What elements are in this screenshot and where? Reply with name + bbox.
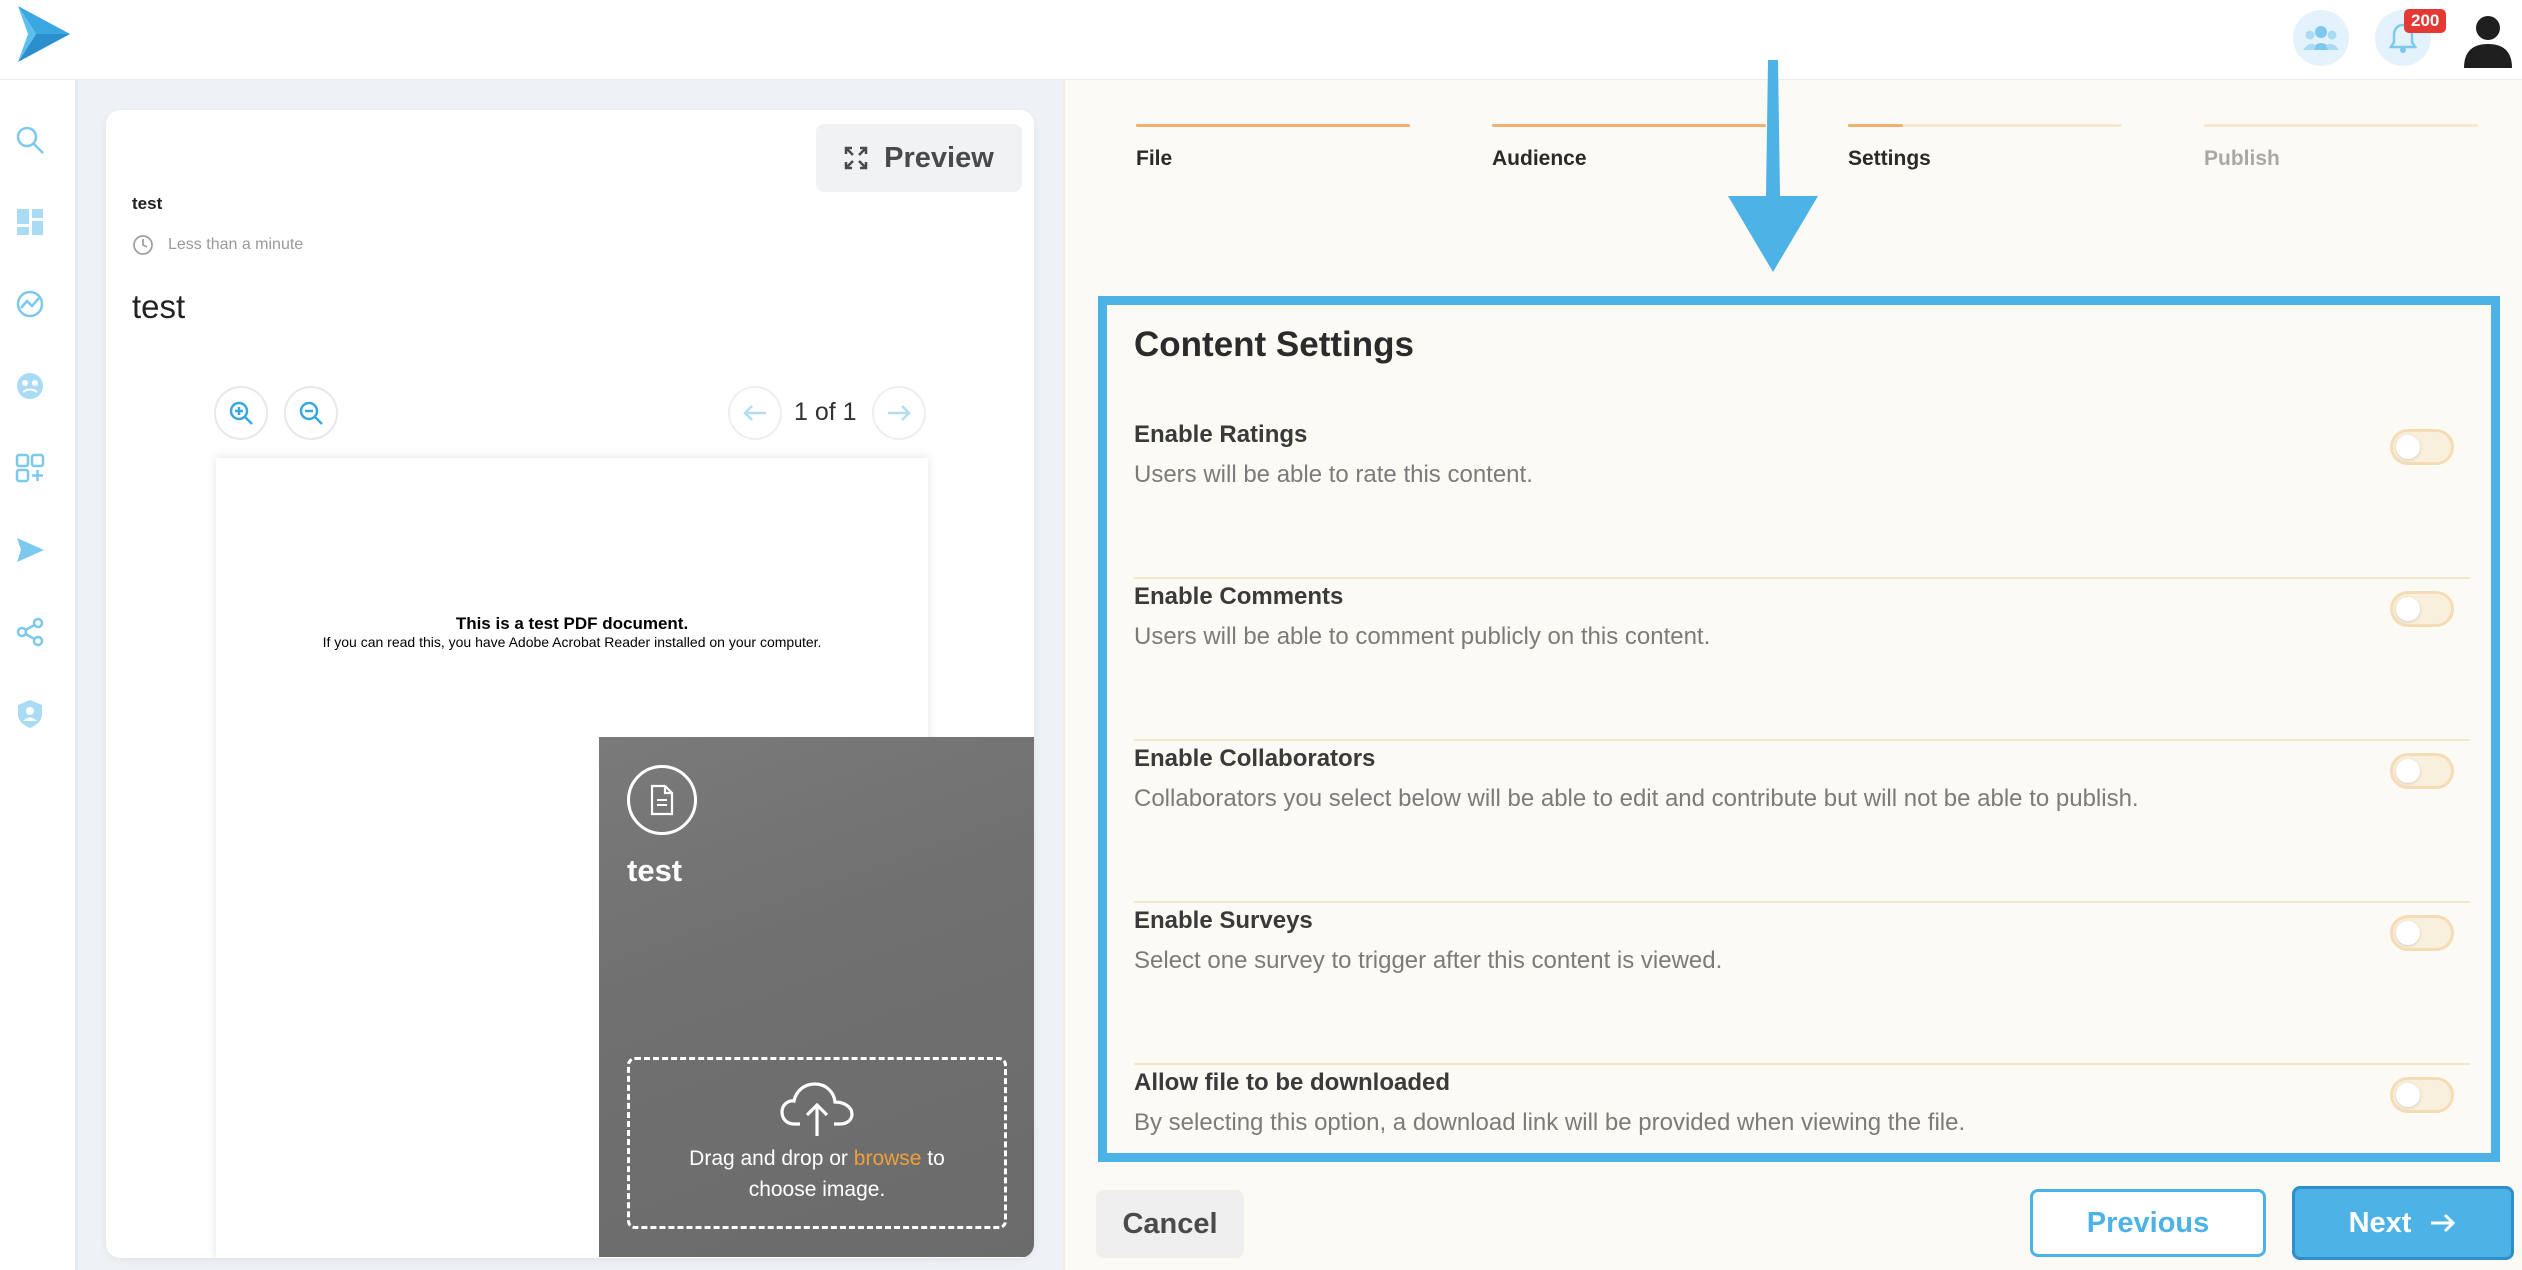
setting-description: Users will be able to comment publicly o… [1134,623,1711,650]
top-bar: 200 [0,0,2522,80]
content-small-title: test [132,194,163,213]
previous-button[interactable]: Previous [2030,1189,2266,1257]
annotation-arrow-icon [1728,60,1818,272]
enable-comments-toggle[interactable] [2390,591,2454,627]
dropzone-text-after: to [921,1147,945,1170]
dropzone-text-line2: choose image. [748,1178,886,1201]
clock-icon [133,235,153,255]
setting-title: Enable Collaborators [1134,745,1376,772]
logo-icon[interactable] [14,4,74,64]
search-icon[interactable] [14,124,46,156]
apps-add-icon[interactable] [14,452,46,484]
setting-row-download: Allow file to be downloaded By selecting… [1134,1065,2470,1227]
step-publish-label: Publish [2204,147,2280,170]
cloud-upload-icon [780,1082,854,1136]
browse-link[interactable]: browse [854,1147,922,1170]
preview-label: Preview [884,141,994,174]
image-dropzone[interactable]: Drag and drop or browse to choose image. [627,1057,1007,1229]
step-file[interactable]: File [1136,124,1410,171]
sidebar [0,80,78,1270]
next-label: Next [2348,1206,2412,1239]
setting-description: Collaborators you select below will be a… [1134,785,2139,812]
step-settings-label: Settings [1848,147,1931,170]
enable-ratings-toggle[interactable] [2390,429,2454,465]
send-icon[interactable] [14,534,46,566]
setting-title: Enable Surveys [1134,907,1313,934]
allow-download-toggle[interactable] [2390,1077,2454,1113]
preview-button[interactable]: Preview [816,124,1022,192]
thumbnail-title: test [627,853,683,888]
preview-card: Preview test Less than a minute test 1 o… [106,110,1034,1258]
user-avatar-icon[interactable] [2462,14,2514,68]
document-icon [627,765,697,835]
setting-row-surveys: Enable Surveys Select one survey to trig… [1134,903,2470,1065]
zoom-in-button[interactable] [214,386,268,440]
notification-badge: 200 [2404,9,2447,33]
arrow-right-icon [2431,1213,2456,1233]
setting-description: Select one survey to trigger after this … [1134,947,1723,974]
setting-row-comments: Enable Comments Users will be able to co… [1134,579,2470,741]
pdf-title: This is a test PDF document. [455,614,689,633]
setting-title: Allow file to be downloaded [1134,1069,1450,1096]
arrow-left-icon [743,405,766,421]
next-page-button[interactable] [872,386,926,440]
cancel-button[interactable]: Cancel [1096,1190,1244,1258]
setting-title: Enable Ratings [1134,421,1308,448]
analytics-icon[interactable] [14,288,46,320]
enable-collaborators-toggle[interactable] [2390,753,2454,789]
prev-page-button[interactable] [728,386,782,440]
step-settings[interactable]: Settings [1848,124,2122,171]
step-publish[interactable]: Publish [2204,124,2478,171]
enable-surveys-toggle[interactable] [2390,915,2454,951]
dashboard-icon[interactable] [14,206,46,238]
read-time-label: Less than a minute [168,236,304,253]
setting-description: Users will be able to rate this content. [1134,461,1533,488]
setting-description: By selecting this option, a download lin… [1134,1109,1966,1136]
expand-icon [844,146,868,170]
thumbnail-card: test Drag and drop or browse to choose i… [599,737,1034,1257]
content-title: test [132,288,186,325]
zoom-out-icon [299,401,323,425]
setting-row-collaborators: Enable Collaborators Collaborators you s… [1134,741,2470,903]
setting-title: Enable Comments [1134,583,1344,610]
community-icon[interactable] [14,370,46,402]
dropzone-text-before: Drag and drop or [689,1147,854,1170]
content-settings-title: Content Settings [1134,325,1414,364]
dropzone-text: Drag and drop or browse to choose image. [630,1143,1004,1205]
shield-user-icon[interactable] [14,698,46,730]
read-time: Less than a minute [132,234,303,256]
step-file-label: File [1136,147,1173,170]
team-icon[interactable] [2293,10,2349,66]
pdf-subtitle: If you can read this, you have Adobe Acr… [322,634,822,650]
share-icon[interactable] [14,616,46,648]
next-button[interactable]: Next [2292,1186,2514,1260]
content-settings-box: Content Settings Enable Ratings Users wi… [1098,296,2500,1162]
zoom-in-icon [229,401,253,425]
arrow-right-icon [888,405,911,421]
setting-row-ratings: Enable Ratings Users will be able to rat… [1134,417,2470,579]
zoom-out-button[interactable] [284,386,338,440]
page-indicator: 1 of 1 [794,398,857,426]
